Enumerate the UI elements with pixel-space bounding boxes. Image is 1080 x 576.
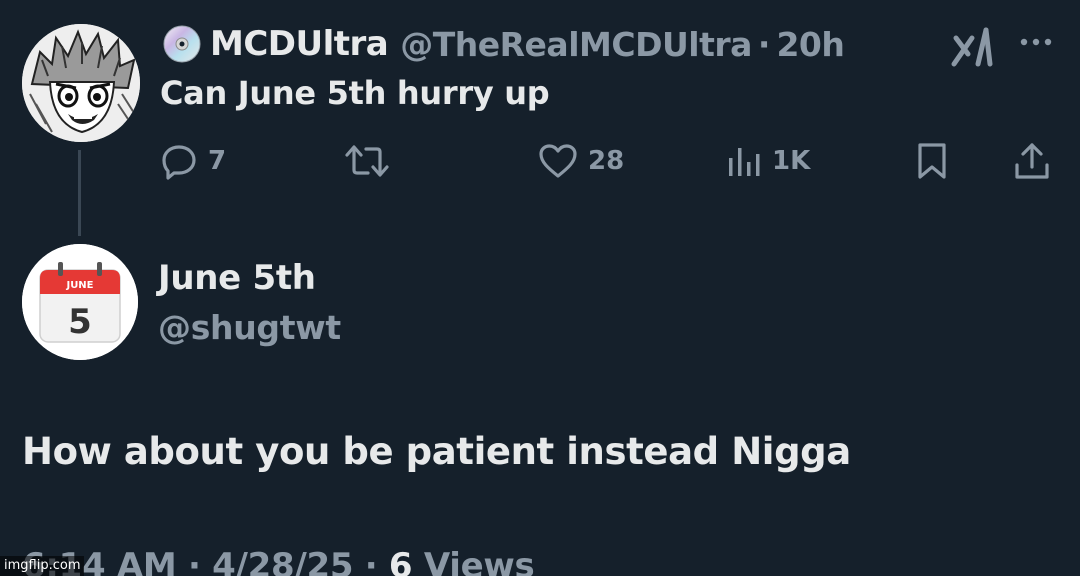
like-button[interactable]: 28 — [538, 140, 624, 182]
reply-user-avatar[interactable]: JUNE 5 — [22, 244, 138, 360]
reply-views-label: Views — [423, 546, 535, 576]
bookmark-icon — [918, 143, 946, 179]
reply-author-display-name[interactable]: June 5th — [158, 258, 316, 298]
imgflip-watermark: imgflip.com — [0, 556, 85, 576]
meta-separator: · — [188, 546, 201, 576]
reply-views-count: 6 — [388, 546, 413, 576]
views-count: 1K — [772, 146, 811, 176]
retweet-icon — [345, 145, 389, 177]
analytics-bars-icon — [729, 148, 760, 176]
heart-icon — [539, 144, 577, 178]
calendar-avatar: JUNE 5 — [22, 244, 138, 360]
share-icon — [1015, 143, 1049, 179]
tweet-header: MCDUltra @TheRealMCDUltra · 20h — [162, 20, 845, 68]
cd-disc-icon — [163, 25, 201, 63]
grok-icon[interactable] — [950, 24, 998, 68]
separator-dot: · — [757, 24, 771, 64]
tweet-screenshot: MCDUltra @TheRealMCDUltra · 20h Can June… — [0, 0, 1080, 576]
reply-icon — [162, 145, 196, 180]
calendar-month-label: JUNE — [65, 280, 93, 291]
more-icon[interactable] — [1016, 30, 1056, 54]
like-count: 28 — [588, 146, 625, 176]
avatar-drawing-icon — [22, 24, 140, 142]
author-display-name[interactable]: MCDUltra — [210, 24, 389, 64]
views-button[interactable]: 1K — [726, 140, 810, 182]
retweet-button[interactable] — [344, 140, 390, 182]
share-button[interactable] — [1012, 140, 1052, 182]
bookmark-button[interactable] — [914, 140, 950, 182]
reply-button[interactable]: 7 — [160, 140, 226, 182]
reply-count: 7 — [208, 146, 227, 176]
meta-separator: · — [364, 546, 378, 576]
tweet-text: Can June 5th hurry up — [160, 74, 550, 112]
calendar-day-label: 5 — [68, 302, 92, 342]
reply-author-handle[interactable]: @shugtwt — [158, 308, 341, 347]
author-handle[interactable]: @TheRealMCDUltra — [400, 25, 752, 64]
user-avatar[interactable] — [22, 24, 140, 142]
reply-tweet-text: How about you be patient instead Nigga — [22, 430, 851, 473]
tweet-timestamp[interactable]: 20h — [776, 25, 844, 64]
reply-date[interactable]: 4/28/25 — [212, 546, 353, 576]
thread-connector-line — [78, 150, 81, 236]
reply-meta-line: 6:14 AM · 4/28/25 · 6 Views — [22, 546, 535, 576]
